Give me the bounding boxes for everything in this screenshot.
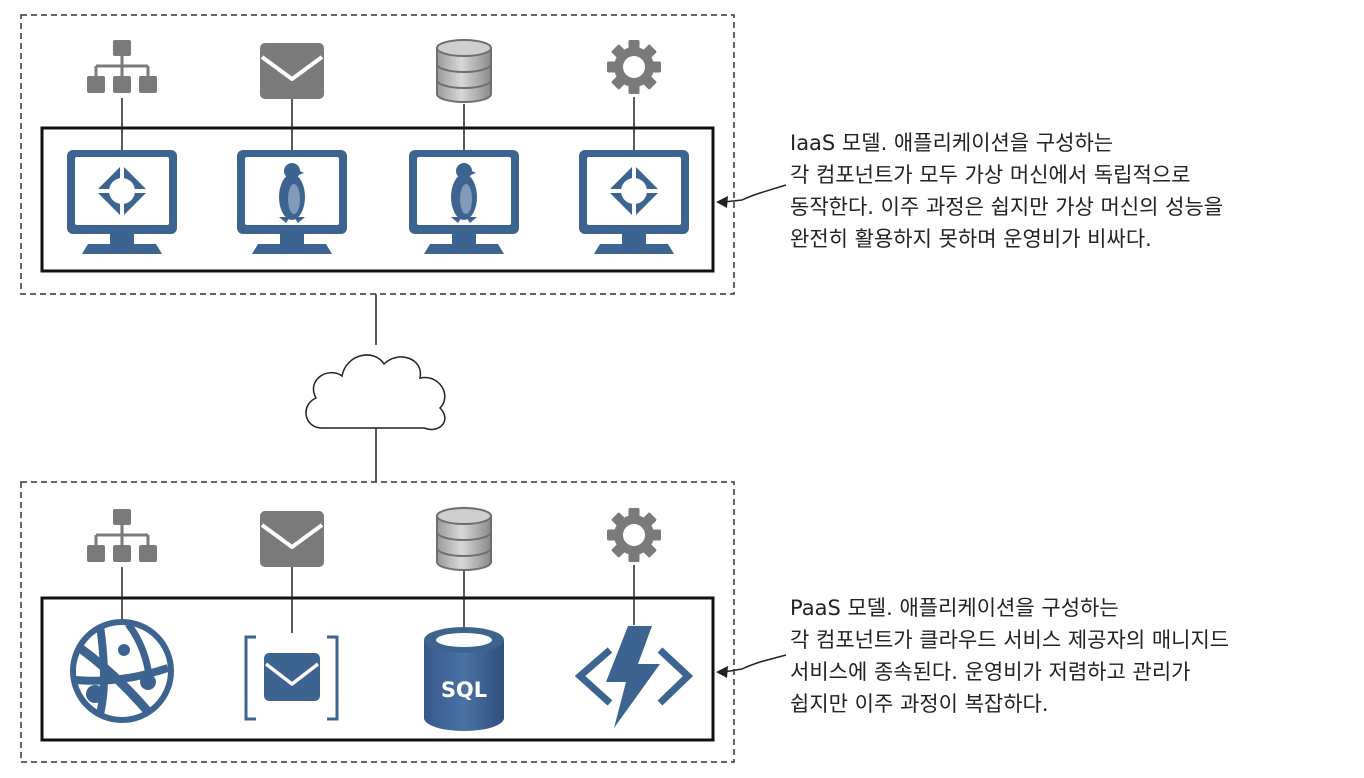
vm-linux-icon	[409, 150, 519, 254]
database-icon	[436, 39, 492, 103]
cloud-icon	[305, 354, 446, 431]
iaas-caption-line: 동작한다. 이주 과정은 쉽지만 가상 머신의 성능을	[790, 195, 1224, 219]
web-app-service-icon	[70, 619, 174, 723]
iaas-caption-line: 완전히 활용하지 못하며 운영비가 비싸다.	[790, 227, 1152, 251]
mail-icon	[258, 509, 326, 569]
mail-icon	[258, 41, 326, 101]
iaas-caption-line: IaaS 모델. 애플리케이션을 구성하는	[790, 131, 1114, 155]
vm-linux-icon	[237, 150, 347, 254]
sql-label: SQL	[441, 678, 487, 702]
vm-windows-icon	[579, 150, 689, 254]
database-icon	[436, 507, 492, 571]
iaas-caption-line: 각 컴포넌트가 모두 가상 머신에서 독립적으로	[790, 163, 1191, 187]
function-icon	[574, 626, 694, 728]
hierarchy-icon	[85, 507, 159, 564]
hierarchy-icon	[85, 38, 159, 95]
gear-icon	[607, 40, 661, 94]
paas-caption: PaaS 모델. 애플리케이션을 구성하는 각 컴포넌트가 클라우드 서비스 제…	[790, 592, 1229, 720]
message-queue-icon	[244, 635, 339, 721]
iaas-caption: IaaS 모델. 애플리케이션을 구성하는 각 컴포넌트가 모두 가상 머신에서…	[790, 127, 1223, 255]
vm-windows-icon	[67, 150, 177, 254]
iaas-caption-arrow	[716, 184, 787, 208]
paas-caption-line: PaaS 모델. 애플리케이션을 구성하는	[790, 596, 1119, 620]
sql-database-icon: SQL	[424, 627, 504, 731]
paas-caption-line: 각 컴포넌트가 클라우드 서비스 제공자의 매니지드	[790, 628, 1230, 652]
paas-caption-line: 서비스에 종속된다. 운영비가 저렴하고 관리가	[790, 660, 1191, 684]
gear-icon	[607, 508, 661, 562]
paas-caption-arrow	[716, 654, 787, 678]
paas-caption-line: 쉽지만 이주 과정이 복잡하다.	[790, 692, 1049, 716]
